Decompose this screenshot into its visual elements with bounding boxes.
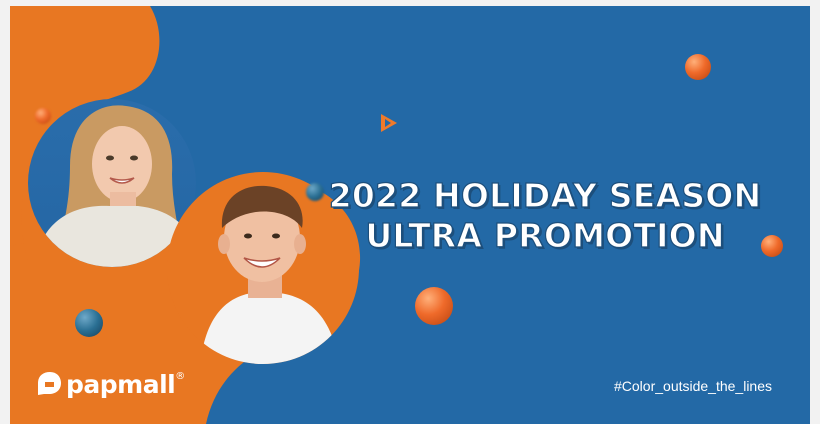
play-icon — [381, 114, 397, 132]
papmall-logo[interactable]: papmall ® — [34, 369, 185, 399]
orange-sphere — [35, 108, 51, 124]
registered-mark: ® — [175, 371, 186, 382]
headline-line-2: ULTRA PROMOTION — [365, 215, 725, 255]
promo-headline: 2022 HOLIDAY SEASON ULTRA PROMOTION — [310, 175, 780, 256]
teal-sphere — [75, 309, 103, 337]
orange-sphere — [415, 287, 453, 325]
promo-banner[interactable]: 2022 HOLIDAY SEASON ULTRA PROMOTION #Col… — [10, 6, 810, 424]
hashtag-text: #Color_outside_the_lines — [614, 378, 772, 394]
papmall-logo-icon — [38, 372, 61, 395]
orange-sphere — [685, 54, 711, 80]
brand-name: papmall — [66, 369, 176, 399]
headline-line-1: 2022 HOLIDAY SEASON — [328, 175, 762, 215]
